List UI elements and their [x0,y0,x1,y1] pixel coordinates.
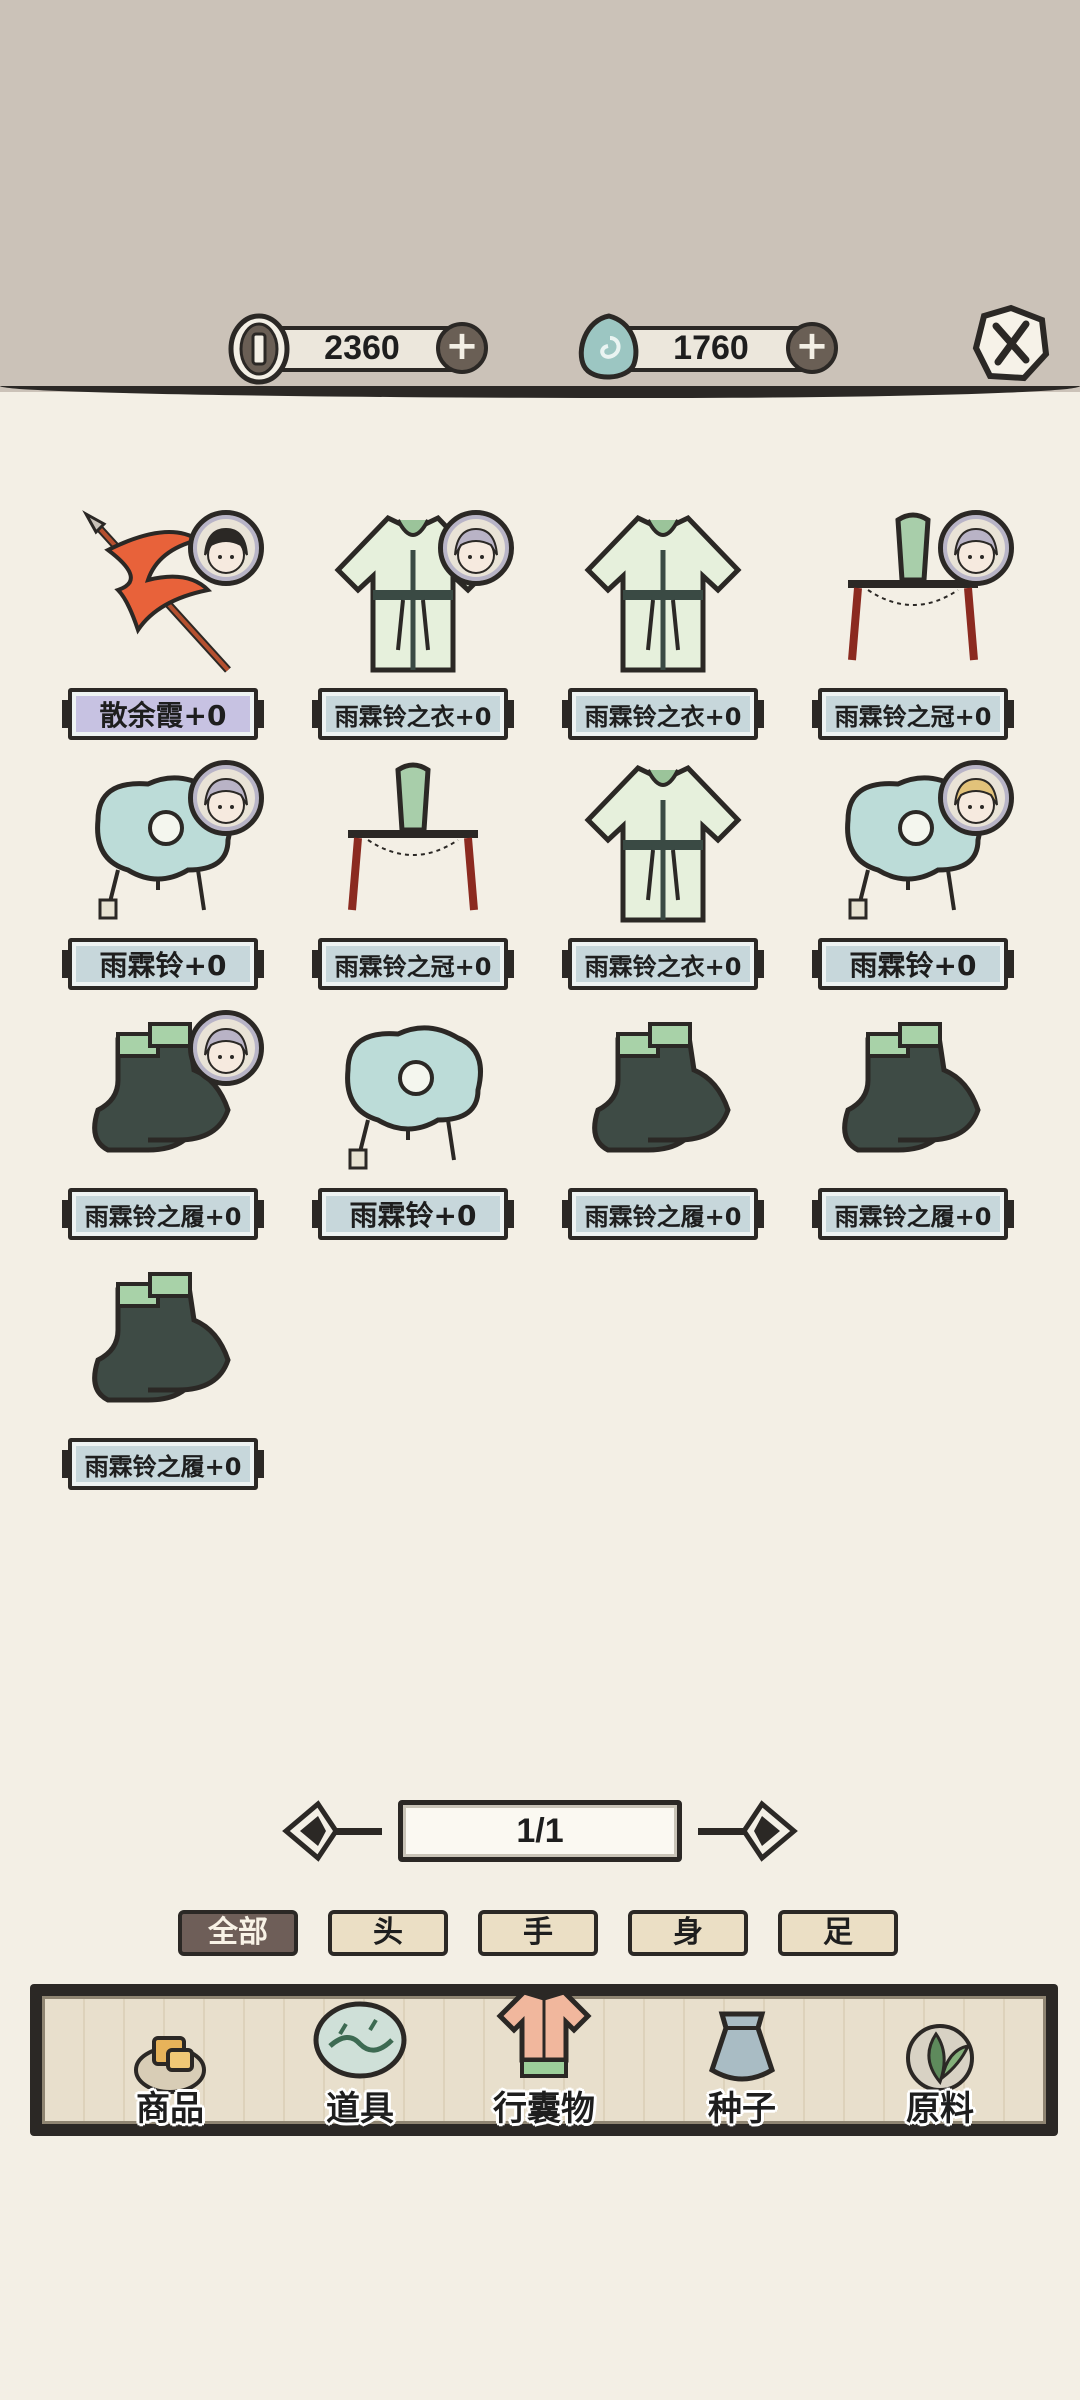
seed-bag-icon [708,2011,776,2082]
filter-tab-feet[interactable]: 足 [778,1910,898,1956]
boots-icon [92,1272,231,1403]
inventory-item[interactable]: 雨霖铃之衣+0 [312,510,514,750]
garment-icon [496,1989,592,2078]
next-page-arrow[interactable] [692,1798,802,1864]
nav-item-goods[interactable]: 商品 [90,1984,250,2136]
inventory-item[interactable]: 雨霖铃之冠+0 [312,760,514,1000]
inventory-item[interactable]: 雨霖铃之履+0 [62,1010,264,1250]
nav-item-tools[interactable]: 道具 [280,1984,440,2136]
close-button[interactable] [972,304,1050,382]
item-name-label: 雨霖铃之冠+0 [312,938,514,990]
item-name-label: 雨霖铃之履+0 [62,1188,264,1240]
nav-label-seeds: 种子 [708,2089,776,2129]
top-banner [0,0,1080,392]
item-name-label: 雨霖铃之衣+0 [562,688,764,740]
charm-icon [345,1025,483,1170]
item-name-label: 雨霖铃之冠+0 [812,688,1014,740]
nav-item-bag[interactable]: 行囊物 [464,1984,624,2136]
nav-item-seeds[interactable]: 种子 [662,1984,822,2136]
character-avatar-icon [438,510,514,586]
nav-item-materials[interactable]: 原料 [860,1984,1020,2136]
inventory-item[interactable]: 雨霖铃+0 [62,760,264,1000]
page-indicator: 1/1 [398,1800,682,1862]
item-name-label: 雨霖铃之履+0 [562,1188,764,1240]
nav-label-goods: 商品 [136,2089,204,2129]
nav-label-materials: 原料 [906,2089,974,2129]
character-avatar-icon [188,760,264,836]
jade-counter: 1760 + [574,313,838,380]
character-avatar-icon [188,1010,264,1086]
item-name-label: 散余霞+0 [62,688,264,740]
inventory-item[interactable]: 雨霖铃之履+0 [562,1010,764,1250]
character-avatar-icon [938,510,1014,586]
inventory-item[interactable]: 雨霖铃之衣+0 [562,760,764,1000]
filter-tab-body[interactable]: 身 [628,1910,748,1956]
inventory-item[interactable]: 雨霖铃+0 [812,760,1014,1000]
jade-amount: 1760 [673,329,749,367]
item-name-label: 雨霖铃之履+0 [62,1438,264,1490]
boots-icon [592,1022,731,1153]
inventory-item[interactable]: 雨霖铃+0 [312,1010,514,1250]
nav-label-bag: 行囊物 [493,2089,595,2129]
add-jade-button[interactable]: + [786,322,838,374]
character-avatar-icon [188,510,264,586]
nav-label-tools: 道具 [326,2089,394,2129]
filter-tab-head[interactable]: 头 [328,1910,448,1956]
crown-icon [348,762,478,911]
jade-icon [578,313,639,380]
banner-edge [0,386,1080,398]
robe-icon [584,764,742,923]
filter-tab-all[interactable]: 全部 [178,1910,298,1956]
inventory-item[interactable]: 雨霖铃之履+0 [62,1260,264,1500]
item-name-label: 雨霖铃之衣+0 [562,938,764,990]
robe-icon [584,514,742,673]
coin-amount: 2360 [324,329,400,367]
add-coins-button[interactable]: + [436,322,488,374]
item-name-label: 雨霖铃之履+0 [812,1188,1014,1240]
bottom-nav: 商品 道具 行囊物 种子 原料 [30,1984,1058,2136]
character-avatar-icon [938,760,1014,836]
inventory-item[interactable]: 散余霞+0 [62,510,264,750]
item-name-label: 雨霖铃+0 [812,938,1014,990]
prev-page-arrow[interactable] [278,1798,388,1864]
inventory-item[interactable]: 雨霖铃之履+0 [812,1010,1014,1250]
boots-icon [842,1022,981,1153]
inventory-item[interactable]: 雨霖铃之衣+0 [562,510,764,750]
coin-counter: 2360 + [226,313,488,385]
item-name-label: 雨霖铃之衣+0 [312,688,514,740]
item-name-label: 雨霖铃+0 [62,938,264,990]
inventory-item[interactable]: 雨霖铃之冠+0 [812,510,1014,750]
item-name-label: 雨霖铃+0 [312,1188,514,1240]
tools-icon [313,2001,407,2079]
filter-tab-hand[interactable]: 手 [478,1910,598,1956]
coin-icon [228,313,290,385]
